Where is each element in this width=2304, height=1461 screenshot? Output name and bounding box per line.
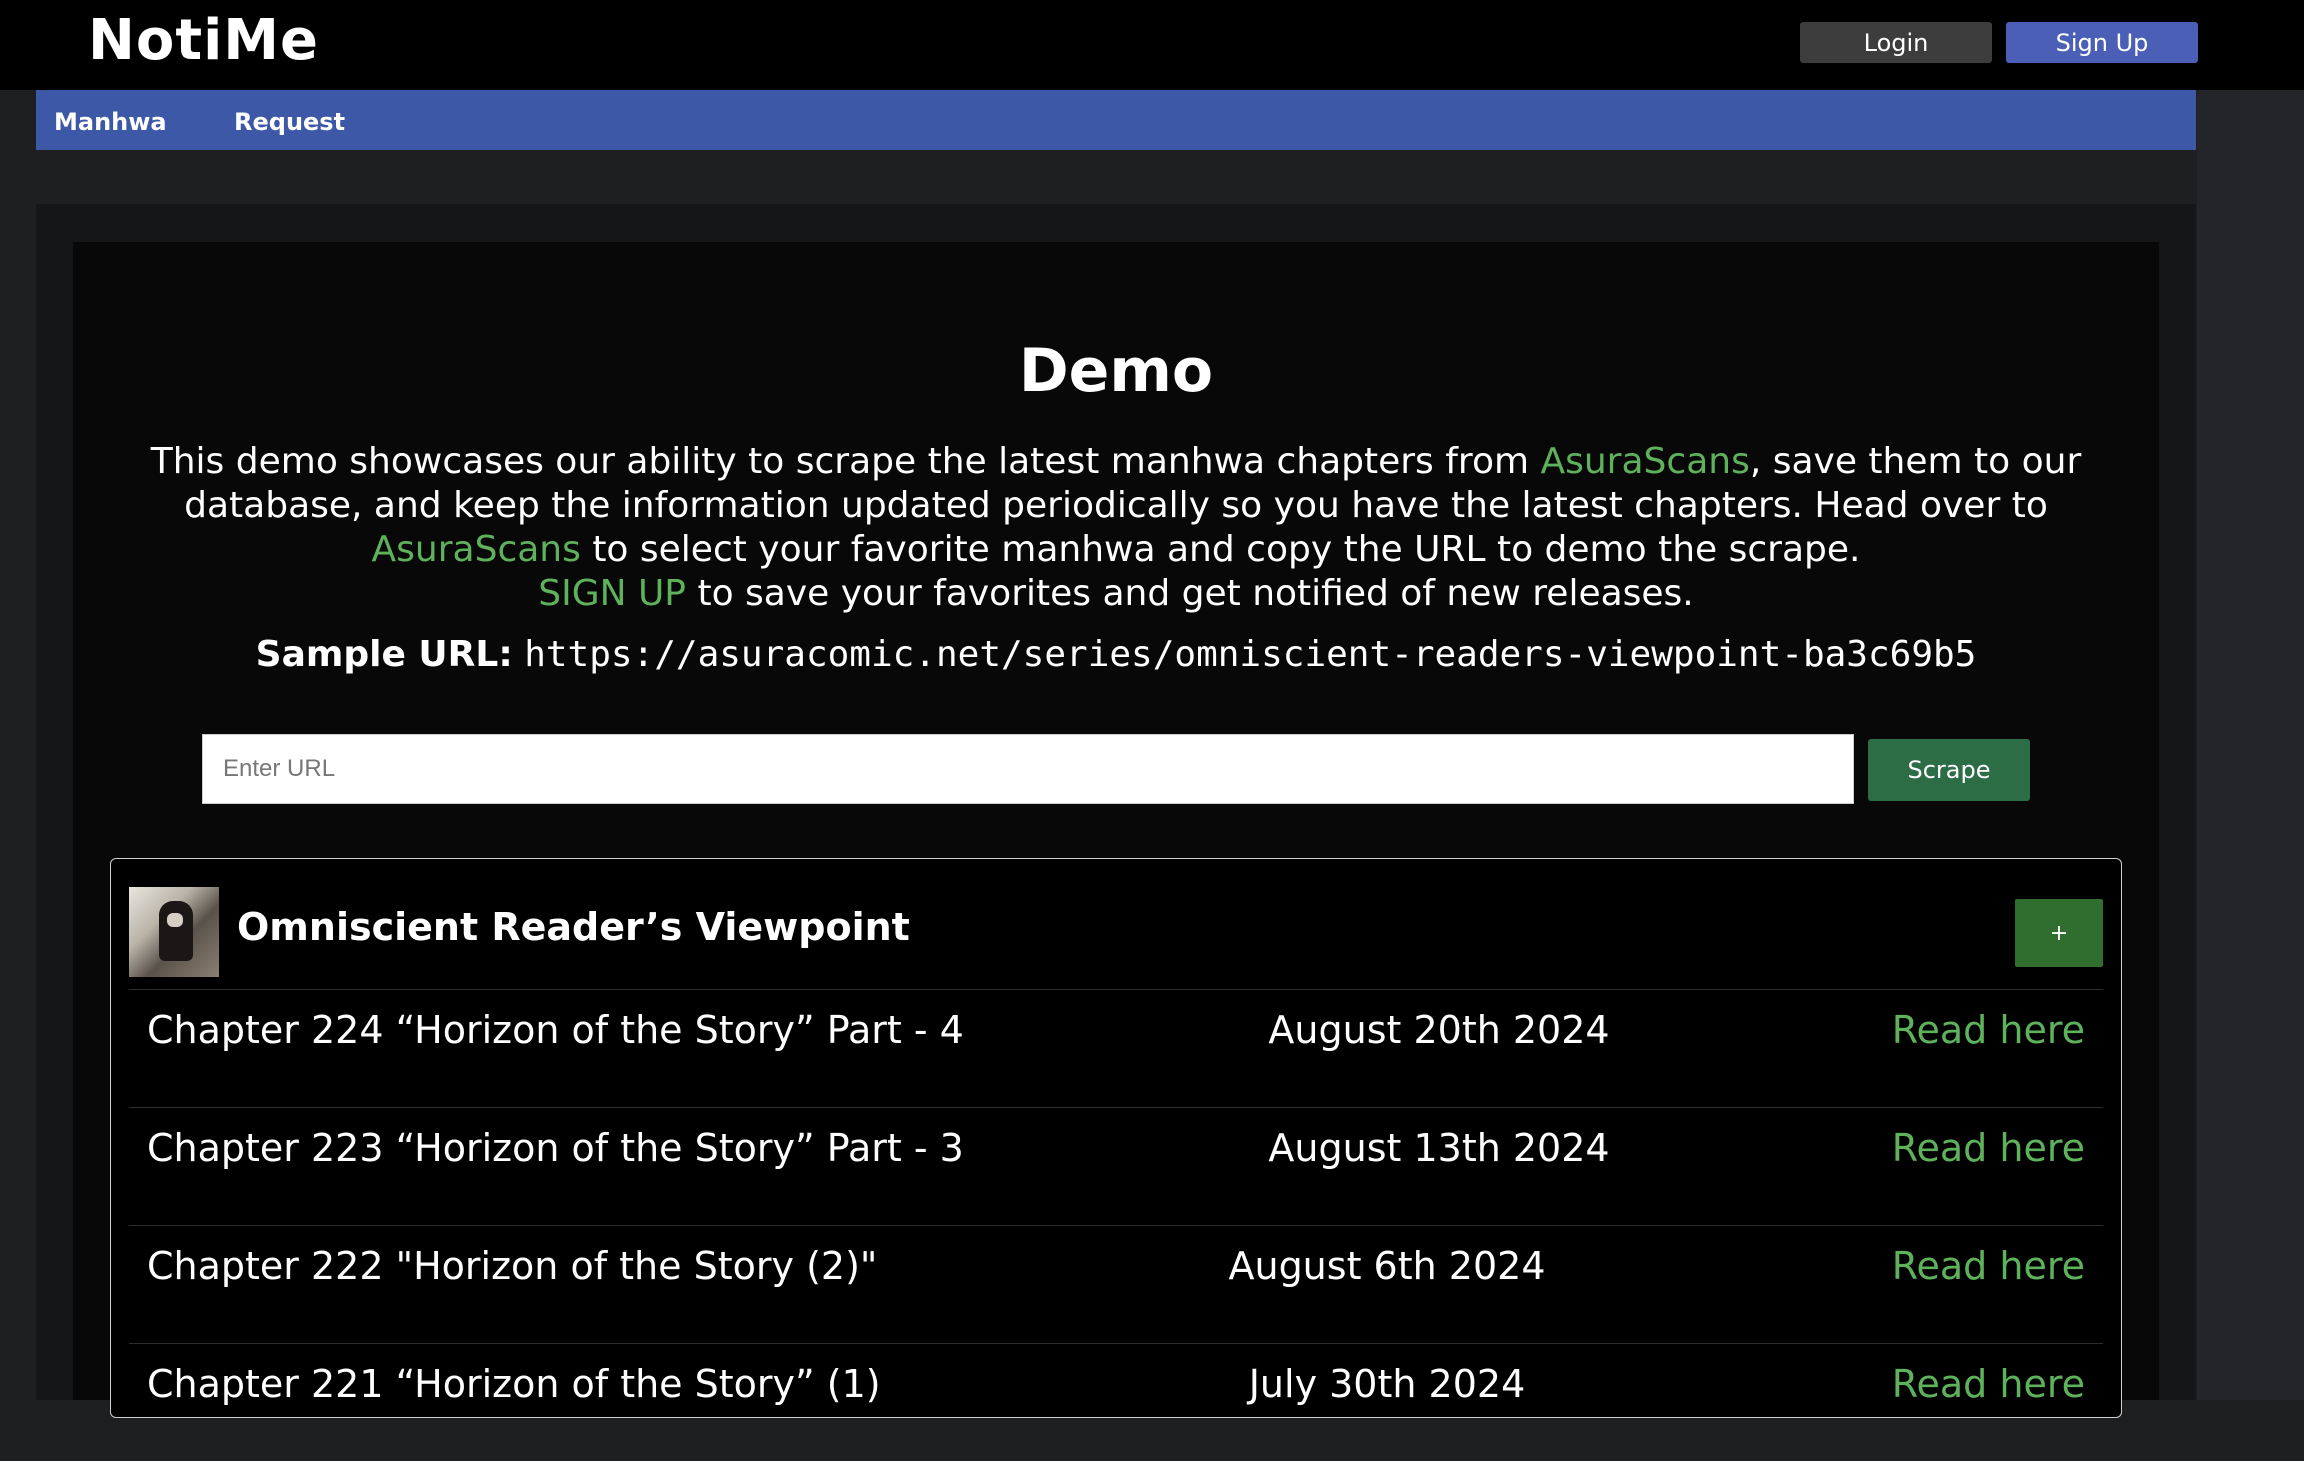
chapter-title: Chapter 224 “Horizon of the Story” Part … (147, 1008, 964, 1052)
page-title: Demo (1018, 336, 1214, 406)
chapter-row: Chapter 222 "Horizon of the Story (2)" A… (129, 1225, 2103, 1343)
chapter-title: Chapter 223 “Horizon of the Story” Part … (147, 1126, 964, 1170)
desc-text: This demo showcases our ability to scrap… (150, 441, 1541, 482)
scrape-button[interactable]: Scrape (1868, 739, 2030, 801)
chapter-row: Chapter 224 “Horizon of the Story” Part … (129, 989, 2103, 1107)
sample-url-line: Sample URL: https://asuracomic.net/serie… (0, 634, 2232, 675)
chapter-date: July 30th 2024 (1248, 1362, 1526, 1406)
top-bar: NotiMe Login Sign Up (0, 0, 2304, 90)
series-cover-image (129, 887, 219, 977)
chapter-list: Chapter 224 “Horizon of the Story” Part … (129, 989, 2103, 1461)
chapter-date: August 13th 2024 (1268, 1126, 1610, 1170)
brand-logo[interactable]: NotiMe (88, 8, 319, 73)
chapter-row: Chapter 223 “Horizon of the Story” Part … (129, 1107, 2103, 1225)
signup-link[interactable]: SIGN UP (538, 573, 686, 614)
chapter-row: Chapter 221 “Horizon of the Story” (1) J… (129, 1343, 2103, 1461)
login-button[interactable]: Login (1800, 22, 1992, 63)
desc-text: to select your favorite manhwa and copy … (580, 529, 1861, 570)
signup-button[interactable]: Sign Up (2006, 22, 2198, 63)
nav-item-request[interactable]: Request (234, 108, 345, 136)
read-here-link[interactable]: Read here (1892, 1362, 2085, 1406)
chapter-date: August 20th 2024 (1268, 1008, 1610, 1052)
read-here-link[interactable]: Read here (1892, 1126, 2085, 1170)
series-card: Omniscient Reader’s Viewpoint + Chapter … (110, 858, 2122, 1418)
desc-text: to save your favorites and get notified … (686, 573, 1694, 614)
chapter-title: Chapter 221 “Horizon of the Story” (1) (147, 1362, 881, 1406)
main-nav: Manhwa Request (36, 90, 2196, 150)
asurascans-link[interactable]: AsuraScans (372, 529, 581, 570)
cover-face (167, 913, 183, 927)
demo-description: This demo showcases our ability to scrap… (120, 440, 2112, 616)
read-here-link[interactable]: Read here (1892, 1244, 2085, 1288)
chapter-title: Chapter 222 "Horizon of the Story (2)" (147, 1244, 878, 1288)
right-gutter (2197, 90, 2304, 1400)
cover-figure (159, 901, 193, 961)
add-favorite-button[interactable]: + (2015, 899, 2103, 967)
sample-url-label: Sample URL: (255, 634, 513, 675)
chapter-date: August 6th 2024 (1228, 1244, 1546, 1288)
series-title: Omniscient Reader’s Viewpoint (237, 905, 910, 949)
nav-item-manhwa[interactable]: Manhwa (54, 108, 167, 136)
url-input[interactable] (202, 734, 1854, 804)
read-here-link[interactable]: Read here (1892, 1008, 2085, 1052)
sample-url-value: https://asuracomic.net/series/omniscient… (524, 634, 1977, 675)
asurascans-link[interactable]: AsuraScans (1540, 441, 1749, 482)
